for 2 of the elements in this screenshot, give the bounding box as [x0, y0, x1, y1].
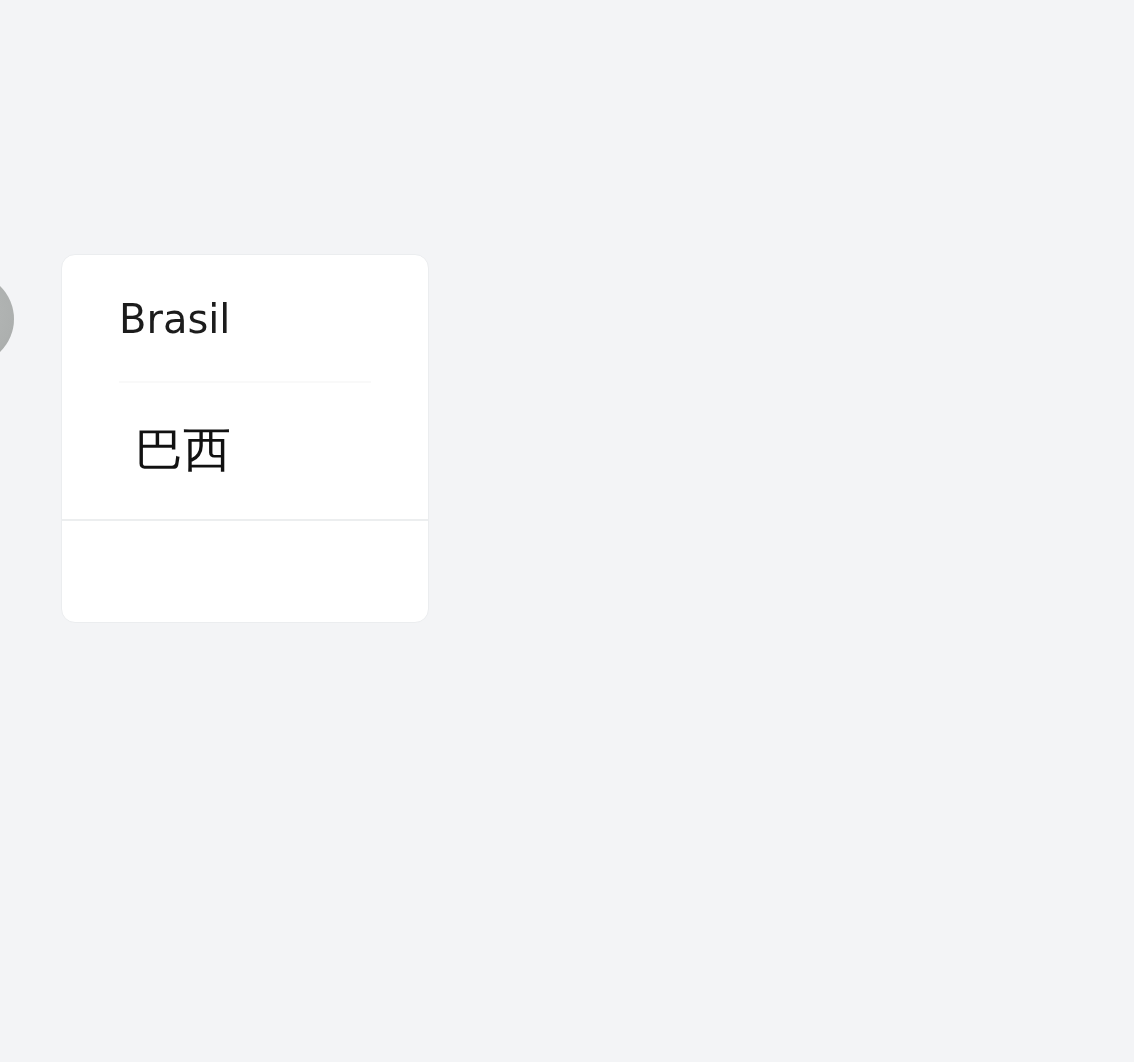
source-text: Brasil [119, 295, 232, 343]
translation-text: 巴西 [135, 422, 232, 478]
